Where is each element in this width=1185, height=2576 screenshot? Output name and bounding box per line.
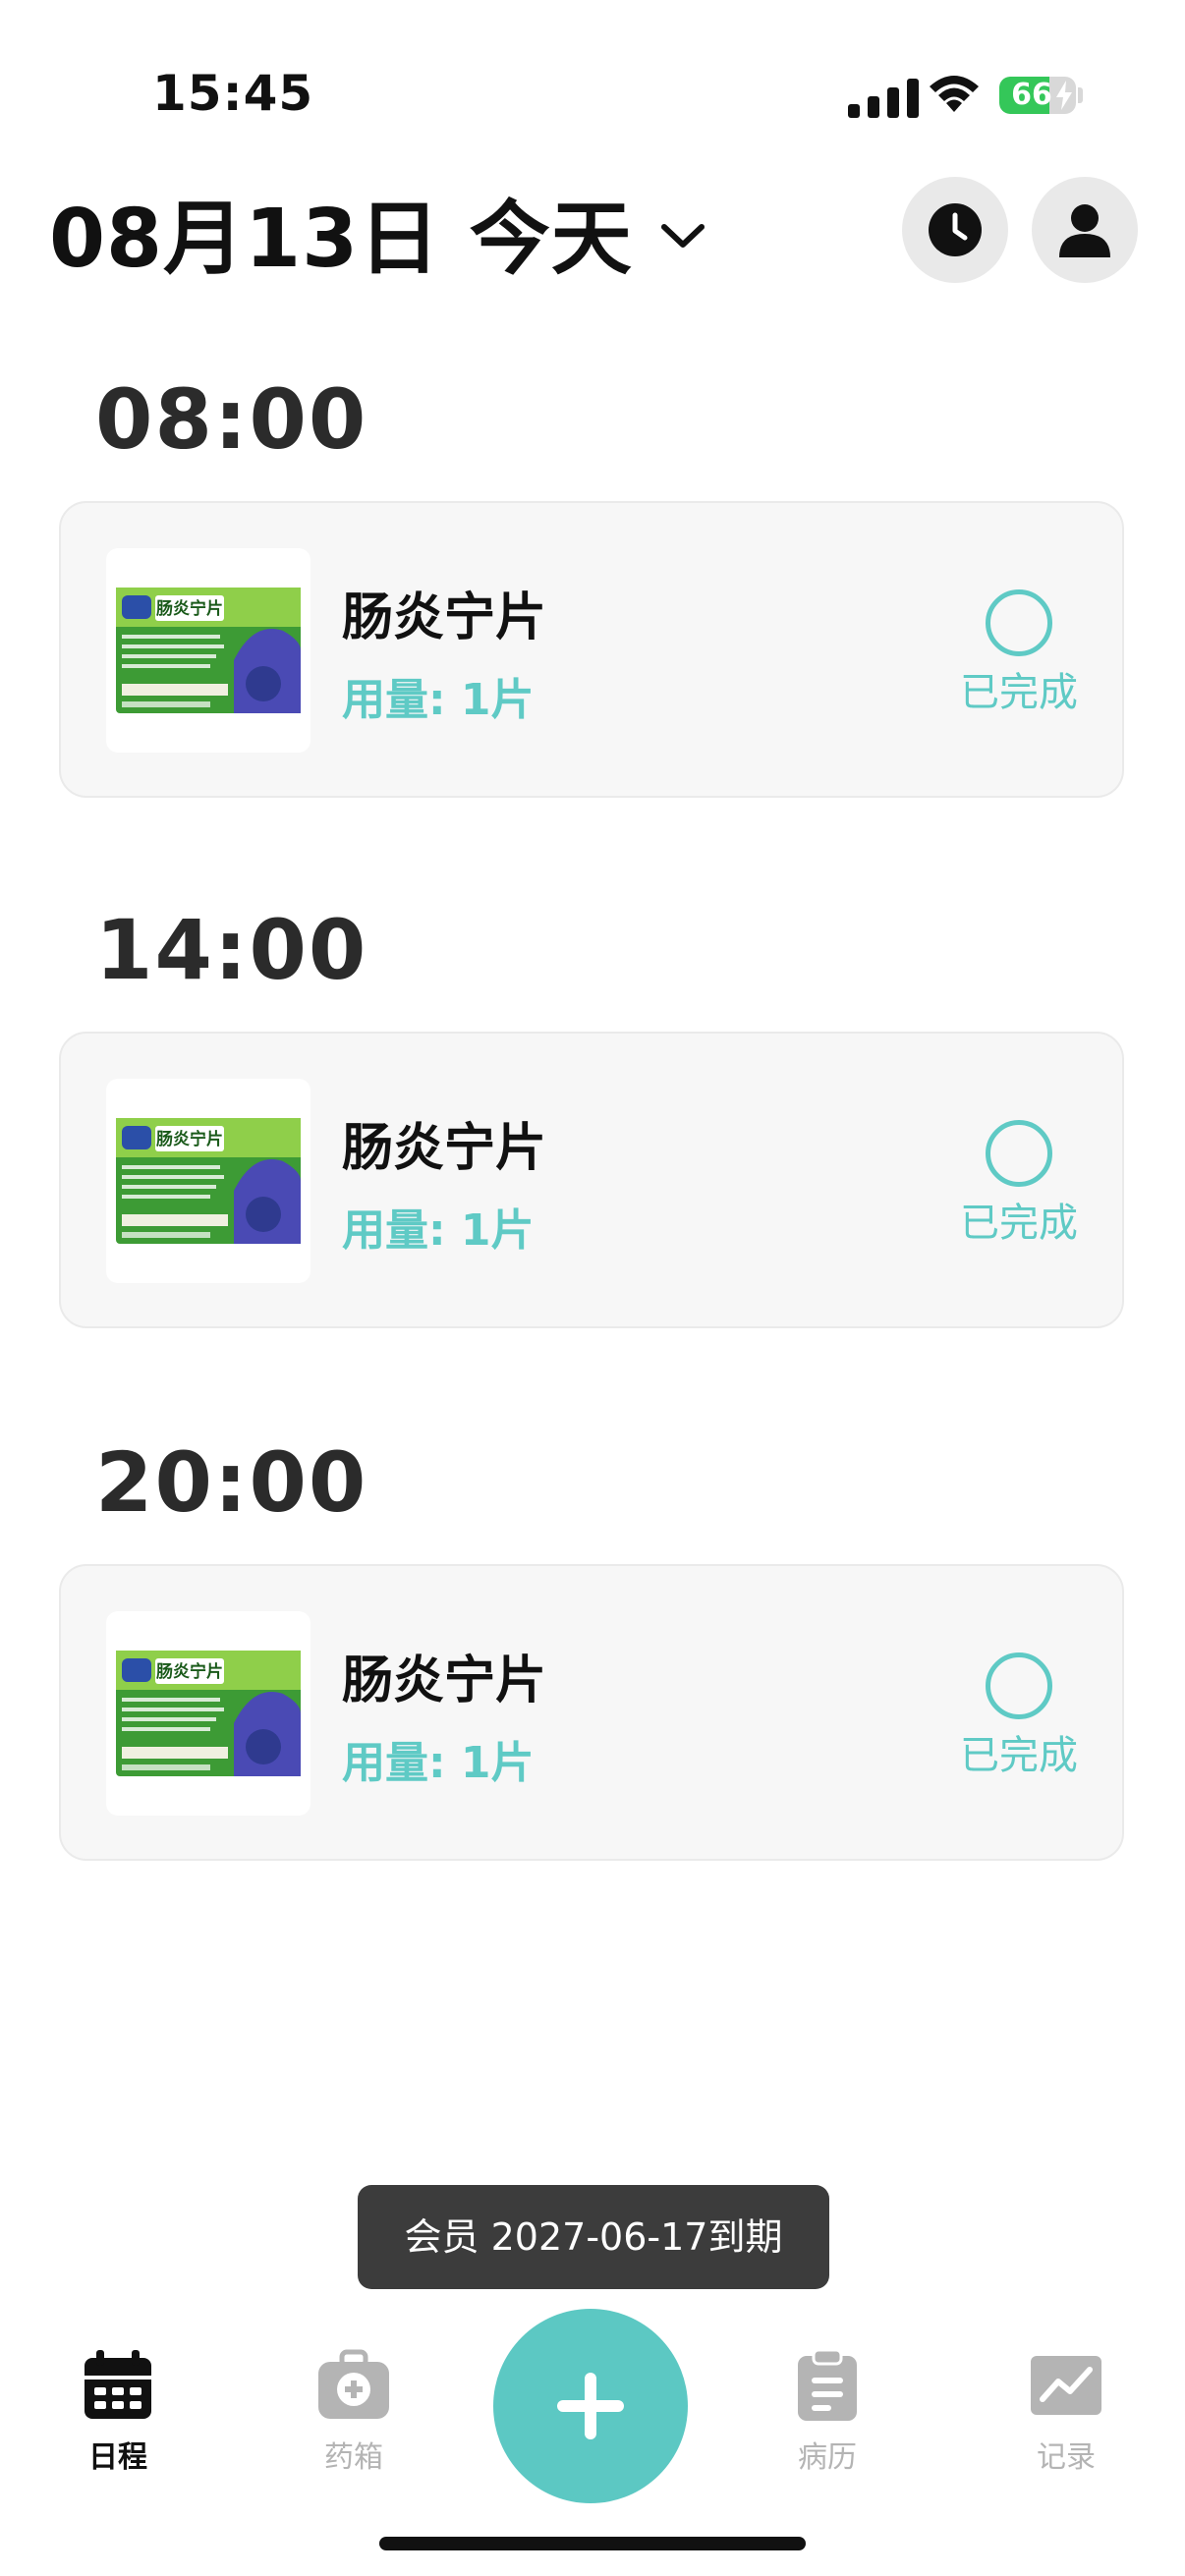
profile-button[interactable] <box>1032 177 1138 283</box>
status-time: 15:45 <box>152 65 314 122</box>
medicine-image: 肠炎宁片 <box>106 1079 310 1283</box>
complete-label: 已完成 <box>960 1201 1078 1246</box>
time-slot-label: 14:00 <box>95 902 368 998</box>
chart-icon <box>1031 2356 1101 2415</box>
medicine-dose: 用量: 1片 <box>342 1205 535 1256</box>
medication-card[interactable]: 肠炎宁片 肠炎宁片 用量: 1片 已完成 <box>59 1032 1124 1328</box>
battery-cap <box>1078 87 1083 103</box>
medicine-box-image: 肠炎宁片 <box>116 1651 301 1776</box>
add-button[interactable] <box>493 2309 688 2503</box>
complete-label: 已完成 <box>960 1733 1078 1778</box>
chevron-down-icon <box>660 224 705 248</box>
checkbox-circle-icon <box>986 1120 1052 1187</box>
checkbox-circle-icon <box>986 1652 1052 1719</box>
tab-label: 记录 <box>1037 2440 1096 2475</box>
battery-icon: 66 <box>999 77 1076 114</box>
tab-log[interactable]: 记录 <box>988 2348 1145 2486</box>
medicine-box-image: 肠炎宁片 <box>116 588 301 713</box>
date-title: 08月13日 今天 <box>49 192 633 286</box>
medicine-box-image: 肠炎宁片 <box>116 1118 301 1244</box>
time-slot-label: 08:00 <box>95 371 368 468</box>
user-icon <box>1059 204 1110 257</box>
time-slot-label: 20:00 <box>95 1434 368 1531</box>
medicine-image: 肠炎宁片 <box>106 548 310 753</box>
medicine-name: 肠炎宁片 <box>342 1119 547 1178</box>
medication-card[interactable]: 肠炎宁片 肠炎宁片 用量: 1片 已完成 <box>59 501 1124 798</box>
cellular-signal-icon <box>848 79 919 118</box>
home-indicator <box>379 2537 806 2550</box>
medicine-box-label: 肠炎宁片 <box>156 598 223 619</box>
medicine-name: 肠炎宁片 <box>342 588 547 647</box>
clipboard-icon <box>798 2348 857 2421</box>
complete-label: 已完成 <box>960 670 1078 715</box>
medicine-dose: 用量: 1片 <box>342 675 535 725</box>
status-bar: 15:45 66 <box>0 0 1185 196</box>
calendar-icon <box>85 2350 151 2419</box>
tab-records[interactable]: 病历 <box>749 2348 906 2486</box>
medicine-box-label: 肠炎宁片 <box>156 1661 223 1682</box>
medicine-name: 肠炎宁片 <box>342 1652 547 1710</box>
tab-schedule[interactable]: 日程 <box>39 2348 197 2486</box>
mark-complete-button[interactable]: 已完成 <box>945 1652 1093 1790</box>
history-button[interactable] <box>902 177 1008 283</box>
medicine-image: 肠炎宁片 <box>106 1611 310 1816</box>
tab-label: 日程 <box>88 2440 147 2475</box>
clock-icon <box>929 203 982 256</box>
membership-toast: 会员 2027-06-17到期 <box>358 2185 829 2289</box>
tab-medbox[interactable]: 药箱 <box>275 2348 432 2486</box>
mark-complete-button[interactable]: 已完成 <box>945 1120 1093 1258</box>
charging-bolt-icon <box>1056 81 1072 110</box>
mark-complete-button[interactable]: 已完成 <box>945 589 1093 727</box>
tab-label: 病历 <box>798 2440 857 2475</box>
medicine-dose: 用量: 1片 <box>342 1738 535 1788</box>
wifi-icon <box>930 76 979 112</box>
checkbox-circle-icon <box>986 589 1052 656</box>
medicine-box-label: 肠炎宁片 <box>156 1129 223 1149</box>
plus-icon <box>557 2373 624 2439</box>
medkit-icon <box>318 2349 389 2419</box>
tab-label: 药箱 <box>324 2440 383 2475</box>
date-selector[interactable]: 08月13日 今天 <box>49 182 707 286</box>
medication-card[interactable]: 肠炎宁片 肠炎宁片 用量: 1片 已完成 <box>59 1564 1124 1861</box>
